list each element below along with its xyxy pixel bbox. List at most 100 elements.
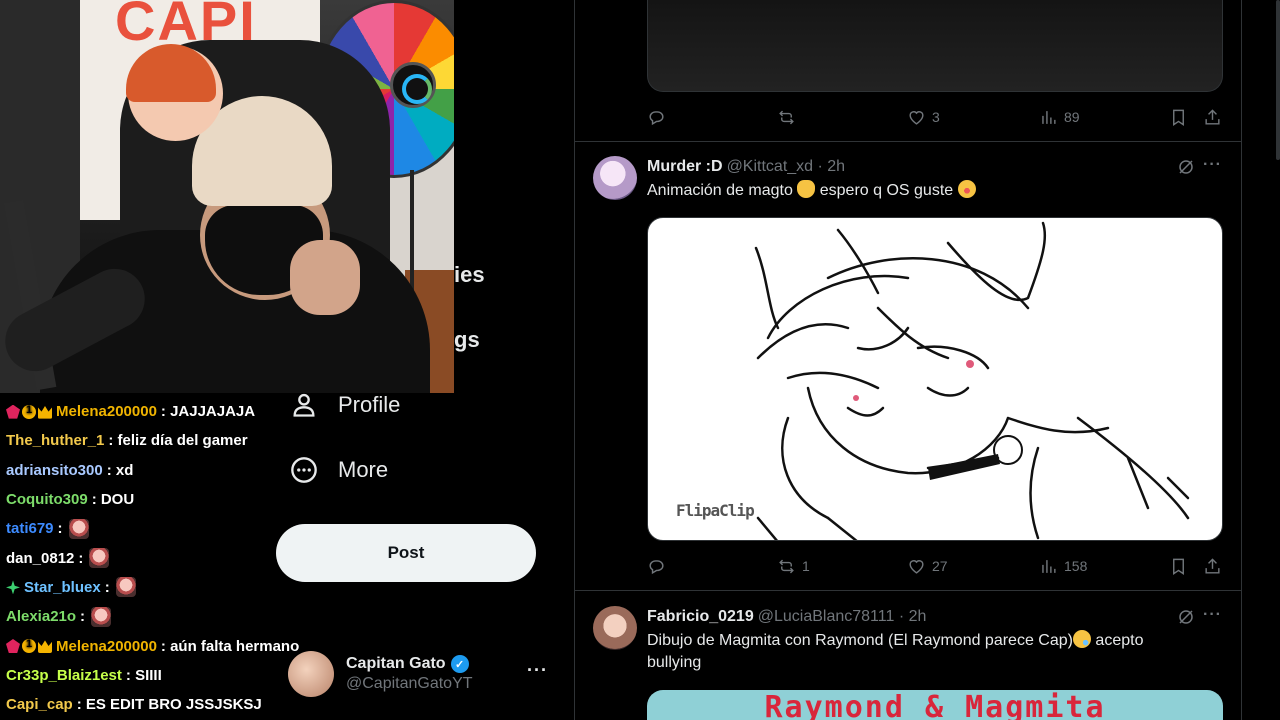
more-dots-icon[interactable]: ··· xyxy=(527,660,548,681)
tweet-media-video[interactable]: FlipaClip xyxy=(647,217,1223,541)
ok-hand-emoji-icon xyxy=(797,180,816,198)
tweet-text-part: bullying xyxy=(647,654,702,671)
tweet-author-name[interactable]: Fabricio_0219 xyxy=(647,608,754,626)
reply-button[interactable] xyxy=(647,108,666,127)
reply-button[interactable] xyxy=(647,557,666,576)
tweet-more-icon[interactable]: ··· xyxy=(1203,606,1222,624)
grok-icon[interactable] xyxy=(1177,608,1195,626)
share-icon xyxy=(1205,557,1220,574)
profile-icon xyxy=(293,393,315,417)
chat-emote-icon xyxy=(115,577,136,598)
nav-more[interactable]: More xyxy=(290,450,388,490)
chat-message: Cr33p_Blaiz1est: SIIII xyxy=(0,661,290,690)
tweet-more-icon[interactable]: ··· xyxy=(1203,156,1222,174)
chat-username: adriansito300 xyxy=(6,461,103,479)
chat-text: : xyxy=(104,578,110,596)
nav-profile[interactable]: Profile xyxy=(290,385,400,425)
chat-badges xyxy=(6,638,52,654)
tweet-header: Fabricio_0219 @LuciaBlanc78111 · 2h xyxy=(647,606,926,628)
timeline-feed[interactable]: 3 89 Murder :D @Kittcat_xd · 2h ··· Anim… xyxy=(574,0,1242,720)
chat-message: adriansito300: xd xyxy=(0,456,290,485)
account-switcher[interactable]: Capitan Gato ✓ @CapitanGatoYT ··· xyxy=(288,646,558,702)
tweet-author-handle[interactable]: @LuciaBlanc78111 xyxy=(758,608,895,626)
retweet-icon xyxy=(779,110,794,124)
chat-username: Star_bluex xyxy=(24,578,101,596)
views-button[interactable]: 158 xyxy=(1039,557,1087,576)
tweet[interactable]: Murder :D @Kittcat_xd · 2h ··· Animación… xyxy=(575,156,1241,586)
chat-message: Alexia21o: xyxy=(0,602,290,631)
chat-message: Melena200000: aún falta hermano xyxy=(0,631,299,660)
prize-wheel-hub xyxy=(390,62,436,108)
gem-badge-icon xyxy=(6,639,20,654)
streamer-hand xyxy=(290,240,360,315)
heart-icon xyxy=(909,110,924,125)
chat-username: tati679 xyxy=(6,520,54,538)
tweet-text: Dibujo de Magmita con Raymond (El Raymon… xyxy=(647,630,1207,674)
tweet-time[interactable]: 2h xyxy=(909,608,927,626)
views-count: 158 xyxy=(1064,558,1088,574)
smiling-tear-emoji-icon xyxy=(1072,630,1091,648)
tweet-author-handle[interactable]: @Kittcat_xd xyxy=(727,158,814,176)
chat-text: : xyxy=(80,608,86,626)
chat-text: : xyxy=(78,549,84,567)
post-button[interactable]: Post xyxy=(276,524,536,582)
nav-profile-label: Profile xyxy=(338,392,401,417)
chat-message: The_huther_1: feliz día del gamer xyxy=(0,426,290,455)
tweet-text-part: acepto xyxy=(1090,632,1144,649)
retweet-button[interactable] xyxy=(777,108,796,127)
share-button[interactable] xyxy=(1203,108,1222,127)
tweet-divider xyxy=(575,590,1241,591)
tweet-media-previous[interactable] xyxy=(647,0,1223,92)
retweet-button[interactable]: 1 xyxy=(777,557,810,576)
chat-message: Star_bluex: xyxy=(0,573,290,602)
reply-icon xyxy=(649,559,664,574)
tweet-actions: 1 27 158 xyxy=(647,554,1223,578)
share-icon xyxy=(1205,108,1220,125)
like-count: 27 xyxy=(932,558,948,574)
stream-chat: Melena200000: JAJJAJAJAThe_huther_1: fel… xyxy=(0,397,299,719)
avatar[interactable] xyxy=(593,156,637,200)
chat-message: Coquito309: DOU xyxy=(0,485,290,514)
bookmark-icon xyxy=(1173,109,1184,126)
nav-more-label: More xyxy=(338,457,389,482)
chat-emote-icon xyxy=(91,606,112,627)
tweet[interactable]: Fabricio_0219 @LuciaBlanc78111 · 2h ··· … xyxy=(575,606,1241,720)
account-handle: @CapitanGatoYT xyxy=(346,675,473,692)
views-button[interactable]: 89 xyxy=(1039,108,1080,127)
tweet-time[interactable]: 2h xyxy=(827,158,845,176)
tweet-media-image[interactable]: Raymond & Magmita xyxy=(647,690,1223,720)
chat-badges xyxy=(6,404,52,419)
right-sidebar-edge xyxy=(1242,0,1280,720)
reply-icon xyxy=(649,110,664,125)
star-badge-icon xyxy=(6,580,20,595)
chat-badges xyxy=(6,580,20,595)
webcam-overlay: CAPI xyxy=(0,0,454,393)
nav-settings-fragment[interactable]: gs xyxy=(454,327,480,353)
share-button[interactable] xyxy=(1203,557,1222,576)
chat-emote-icon xyxy=(89,548,110,569)
choker xyxy=(928,454,1000,480)
heart-icon xyxy=(909,559,924,574)
retweet-count: 1 xyxy=(802,558,810,574)
tweet-text: Animación de magto espero q OS guste xyxy=(647,180,1207,202)
like-button[interactable]: 3 xyxy=(907,108,940,127)
chat-text: : DOU xyxy=(91,491,135,509)
tweet-divider xyxy=(575,141,1241,142)
media-watermark: FlipaClip xyxy=(676,501,755,520)
grok-icon[interactable] xyxy=(1177,158,1195,176)
bookmark-icon xyxy=(1173,558,1184,575)
bookmark-button[interactable] xyxy=(1169,557,1188,576)
media-title: Raymond & Magmita xyxy=(764,690,1106,720)
like-button[interactable]: 27 xyxy=(907,557,948,576)
tweet-header: Murder :D @Kittcat_xd · 2h xyxy=(647,156,845,178)
chat-text: : SIIII xyxy=(125,666,162,684)
avatar[interactable] xyxy=(593,606,637,650)
coin-badge-icon xyxy=(22,638,36,654)
like-count: 3 xyxy=(932,109,940,125)
crown-badge-icon xyxy=(38,406,52,419)
tweet-author-name[interactable]: Murder :D xyxy=(647,158,723,176)
scrollbar[interactable] xyxy=(1276,0,1280,160)
chat-message: Melena200000: JAJJAJAJA xyxy=(0,397,290,426)
nav-communities-fragment[interactable]: ies xyxy=(454,262,485,288)
bookmark-button[interactable] xyxy=(1169,108,1188,127)
